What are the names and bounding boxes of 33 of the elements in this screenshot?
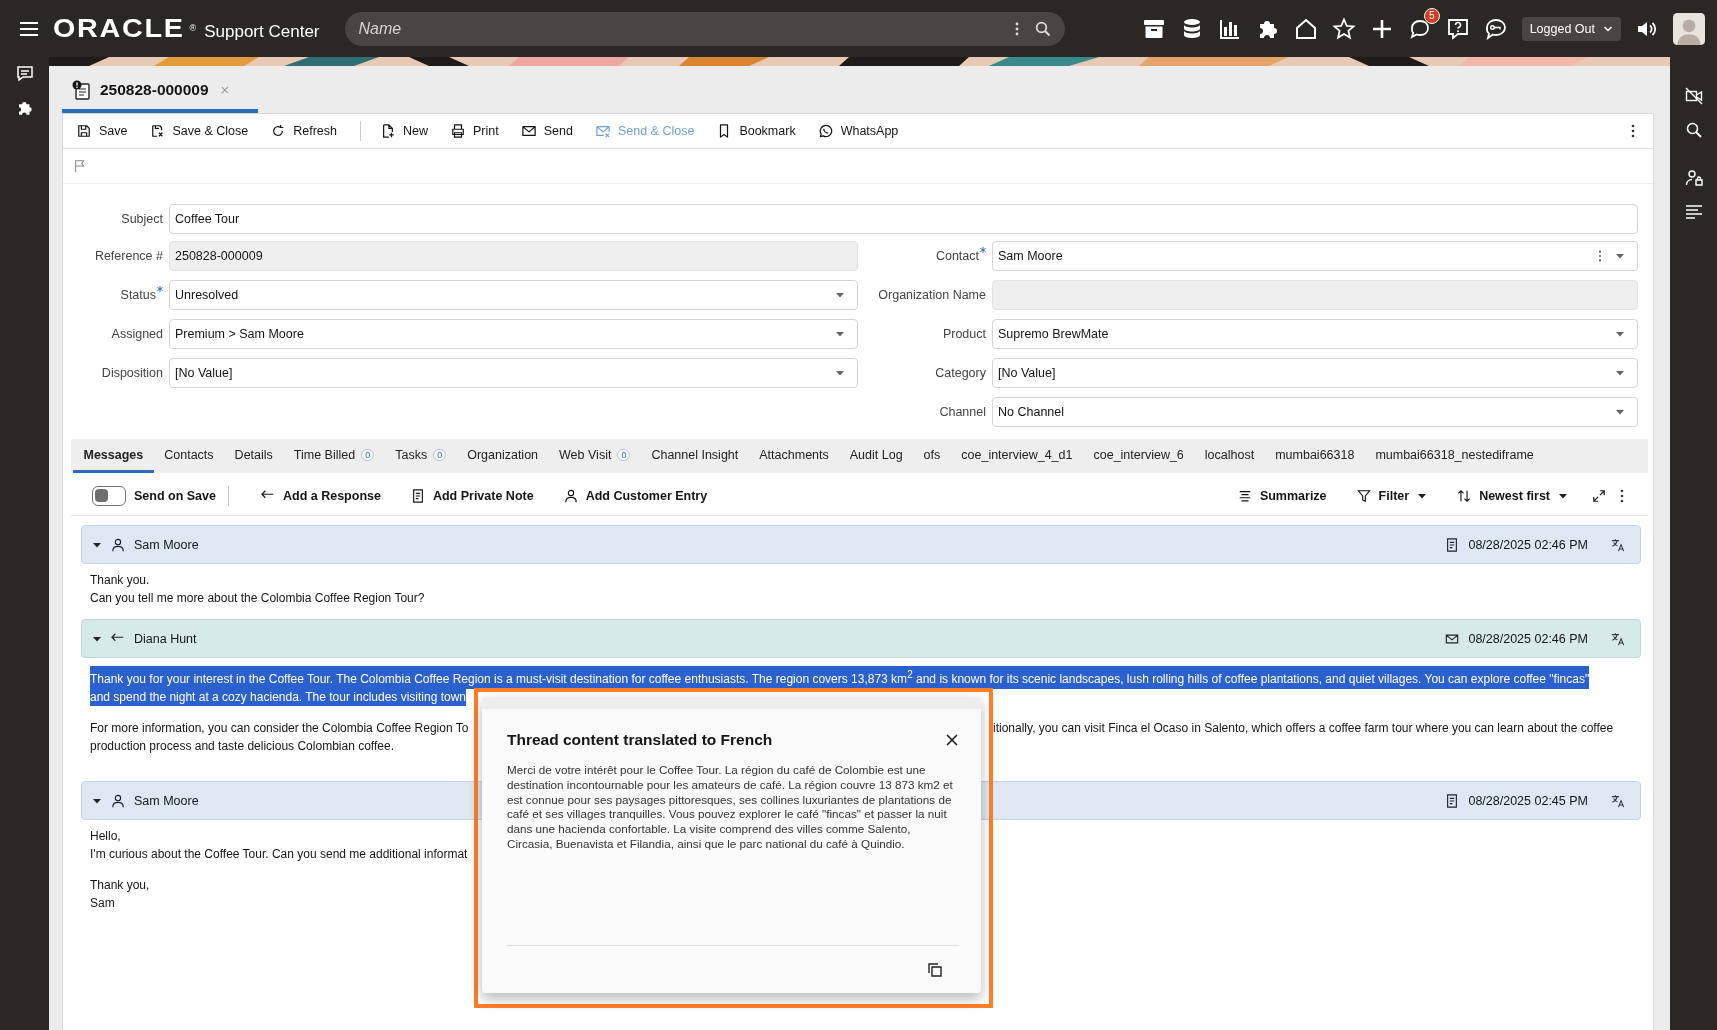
message-text: I'm curious about the Coffee Tour. Can you send me additional informat <box>90 845 468 863</box>
message-text: production process and taste delicious Colombian coffee. <box>90 737 394 755</box>
message-date: 08/28/2025 02:45 PM <box>1468 793 1588 808</box>
message-text: Can you tell me more about the Colombia Coffee Region Tour? <box>90 589 425 607</box>
message-text: Thank you, <box>90 877 150 894</box>
translated-text: Merci de votre intérêt pour le Coffee Tour. La région du café de Colombie est une destination incontournable pour les amateurs de café. La région couvre 13 873 km2 et est connue pour ses paysages pittoresques, ses collines luxuriantes de plantations de café et ses villages tranquilles. Vous pouvez explorer le café "fincas" et passer la nuit dans une hacienda confortable. La visite comprend des villes comme Salento, Circasia, Buenavista et Filandia, ainsi que le parc national du café à Quindio. <box>507 763 954 852</box>
dialog-title: Thread content translated to French <box>507 731 773 749</box>
message-text: For more information, you can consider the Colombia Coffee Region To <box>90 720 470 737</box>
field-label: Organization Name <box>877 288 986 302</box>
field-label: Subject <box>120 212 163 226</box>
notification-badge: 5 <box>1423 7 1440 24</box>
toggle-label: Send on Save <box>134 489 216 503</box>
logo: ORACLE <box>53 14 185 43</box>
message-text: Thank you for your interest in the Coffee Tour. The Colombia Coffee Region is a must-visit destination for coffee enthusiasts. The region covers 13,873 km$^{2}$ and is known for its scenic landscapes, lush rolling hills of coffee plantations, and quiet villages. You can explore coffee "fincas" <box>90 666 1590 689</box>
message-text: itionally, you can visit Finca el Ocaso in Salento, which offers a coffee farm tour where you can learn about the coffee <box>993 720 1614 737</box>
author-name: Sam Moore <box>134 537 199 552</box>
field-label: Disposition <box>100 366 163 380</box>
message-date: 08/28/2025 02:46 PM <box>1468 537 1588 552</box>
message-text: Thank you. <box>90 572 150 589</box>
product-name: Support Center <box>204 22 320 42</box>
message-date: 08/28/2025 02:46 PM <box>1468 631 1588 646</box>
field-label: Product <box>941 327 986 341</box>
field-label: Assigned <box>110 327 163 341</box>
field-label: Contact <box>858 249 986 263</box>
field-label: Channel <box>938 405 986 419</box>
field-label: Category <box>934 366 986 380</box>
message-text: Sam <box>90 894 115 912</box>
author-name: Sam Moore <box>134 793 199 808</box>
field-label: Status <box>63 288 163 302</box>
message-text: Hello, <box>90 828 121 845</box>
trademark-sign: ® <box>189 23 197 33</box>
author-name: Diana Hunt <box>134 631 197 646</box>
field-label: Reference # <box>93 249 163 263</box>
